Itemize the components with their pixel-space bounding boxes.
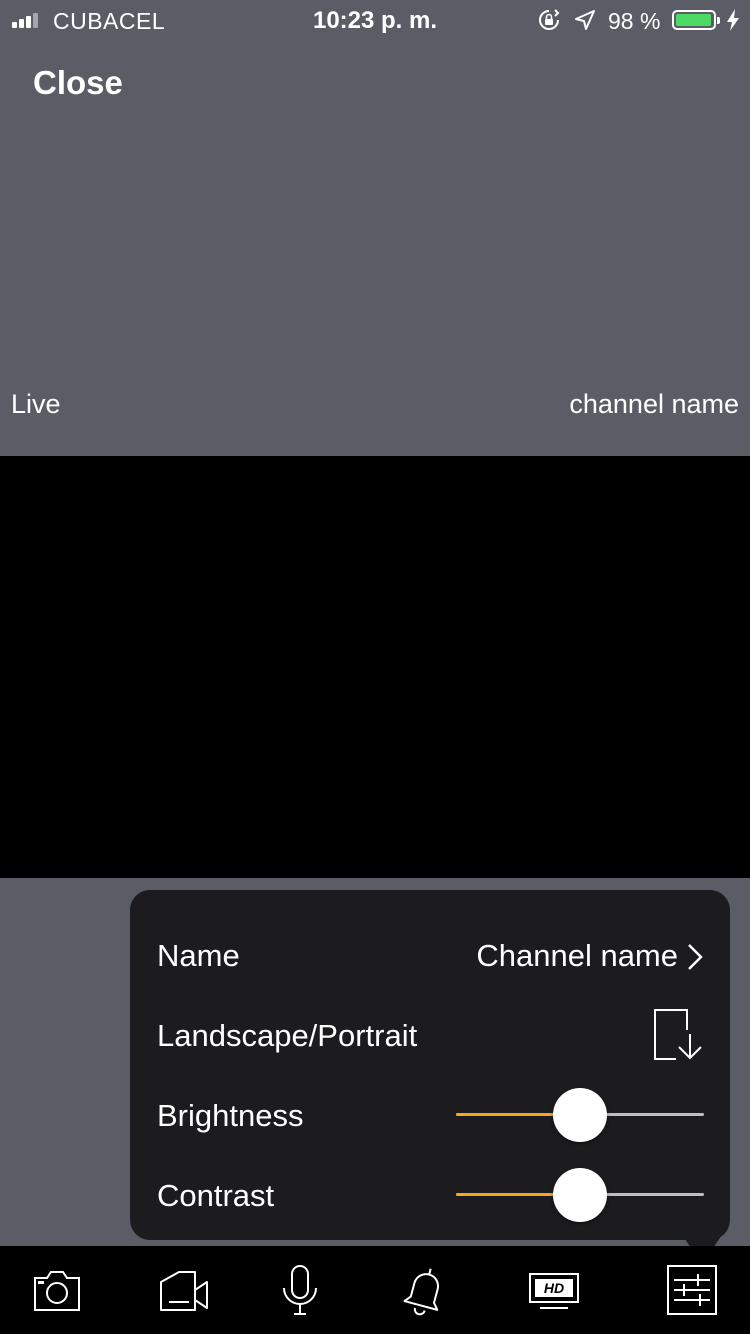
bottom-toolbar: HD	[0, 1246, 750, 1334]
hd-icon: HD	[529, 1273, 579, 1309]
contrast-slider-thumb[interactable]	[553, 1168, 607, 1222]
location-arrow-icon	[575, 10, 595, 30]
name-label: Name	[157, 938, 240, 973]
brightness-slider-thumb[interactable]	[553, 1088, 607, 1142]
orientation-label: Landscape/Portrait	[157, 1018, 418, 1053]
brightness-label: Brightness	[157, 1098, 304, 1133]
contrast-label: Contrast	[157, 1178, 275, 1213]
microphone-icon	[283, 1265, 317, 1315]
settings-sliders-icon	[667, 1265, 717, 1315]
alarm-button[interactable]	[395, 1260, 455, 1320]
brightness-slider[interactable]	[456, 1088, 704, 1142]
orientation-toggle-icon[interactable]	[652, 1008, 706, 1062]
close-button[interactable]: Close	[33, 64, 123, 102]
record-video-icon	[160, 1271, 208, 1311]
alarm-bell-icon	[403, 1268, 440, 1316]
snapshot-button[interactable]	[27, 1260, 87, 1320]
video-player[interactable]	[0, 456, 750, 878]
chevron-right-icon[interactable]	[686, 942, 704, 972]
channel-name-value[interactable]: Channel name	[476, 938, 678, 974]
camera-icon	[34, 1271, 80, 1311]
live-label: Live	[11, 389, 61, 419]
battery-percent: 98 %	[608, 8, 661, 34]
status-bar: CUBACEL 10:23 p. m. 98 %	[0, 0, 750, 40]
microphone-button[interactable]	[270, 1260, 330, 1320]
hd-toggle-button[interactable]: HD	[524, 1260, 584, 1320]
settings-button[interactable]	[662, 1260, 722, 1320]
battery-icon	[672, 10, 720, 30]
charging-bolt-icon	[727, 9, 739, 31]
settings-popover: Name Channel name Landscape/Portrait Bri…	[130, 890, 730, 1240]
record-button[interactable]	[153, 1260, 213, 1320]
rotation-lock-icon	[539, 9, 560, 30]
contrast-slider[interactable]	[456, 1168, 704, 1222]
svg-text:HD: HD	[544, 1280, 564, 1296]
channel-name-label: channel name	[569, 389, 739, 419]
